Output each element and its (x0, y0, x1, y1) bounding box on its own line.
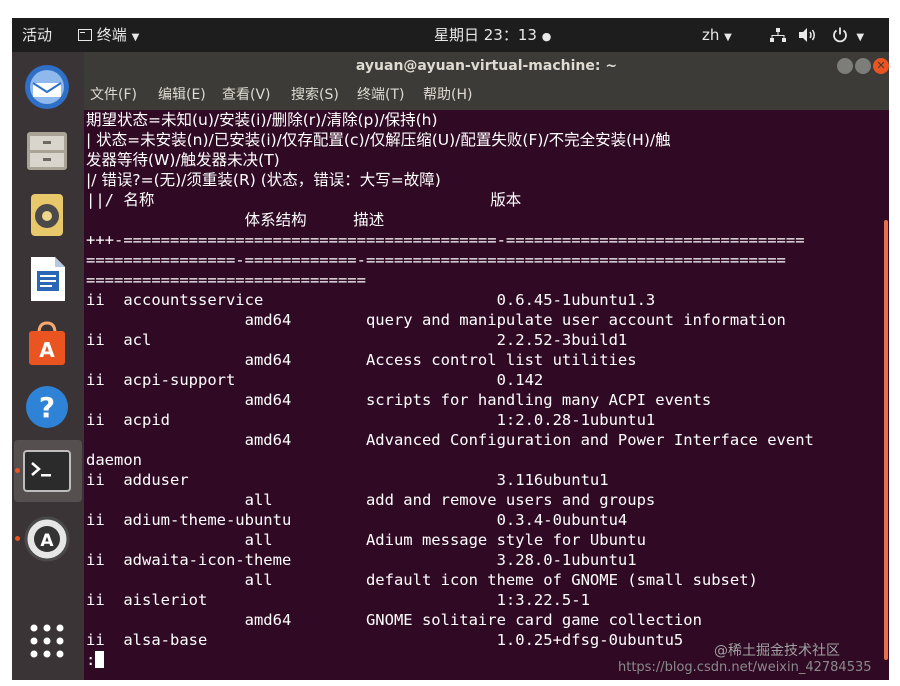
terminal-line: ii alsa-base 1.0.25+dfsg-0ubuntu5 (86, 631, 684, 649)
terminal-line: ================-============-==========… (86, 251, 786, 269)
terminal-line: | 状态=未安装(n)/已安装(i)/仅存配置(c)/仅解压缩(U)/配置失败(… (86, 131, 671, 149)
terminal-line: amd64 scripts for handling many ACPI eve… (86, 391, 712, 409)
menu-file[interactable]: 文件(F) (90, 80, 137, 110)
terminal-line: 体系结构 描述 (86, 211, 385, 229)
input-method-label: zh (702, 26, 720, 44)
terminal-icon (23, 450, 71, 492)
dock-writer[interactable] (22, 254, 72, 304)
terminal-line: ii aisleriot 1:3.22.5-1 (86, 591, 590, 609)
terminal-line: all add and remove users and groups (86, 491, 656, 509)
terminal-line: ii acl 2.2.52-3build1 (86, 331, 628, 349)
pager-prompt-line[interactable]: : (86, 650, 105, 670)
minimize-button[interactable] (837, 58, 853, 74)
app-menu-label: 终端 (96, 26, 127, 44)
terminal-line: amd64 Advanced Configuration and Power I… (86, 431, 814, 449)
terminal-line: ii acpi-support 0.142 (86, 371, 544, 389)
terminal-line: all Adium message style for Ubuntu (86, 531, 646, 549)
menu-edit[interactable]: 编辑(E) (158, 80, 206, 110)
window-title: ayuan@ayuan-virtual-machine: ~ (355, 58, 618, 74)
chevron-down-icon: ▼ (724, 32, 732, 43)
dock-software-center[interactable]: A (22, 318, 72, 368)
svg-text:A: A (40, 531, 54, 551)
terminal-output[interactable]: 期望状态=未知(u)/安装(i)/删除(r)/清除(p)/保持(h) | 状态=… (84, 110, 883, 680)
clock[interactable]: 星期日 23：13 ● (434, 18, 551, 52)
activities-button[interactable]: 活动 (22, 18, 52, 52)
terminal-line: ============================== (86, 271, 366, 289)
dock-thunderbird[interactable] (22, 62, 72, 112)
terminal-line: ii adduser 3.116ubuntu1 (86, 471, 609, 489)
app-grid-icon (30, 624, 64, 658)
close-button[interactable]: ✕ (873, 58, 889, 74)
text-cursor (95, 651, 105, 668)
running-indicator (15, 468, 20, 473)
dock-terminal[interactable] (22, 446, 72, 496)
files-cabinet-icon (27, 132, 67, 170)
terminal-line: 发器等待(W)/触发器未决(T) (86, 151, 280, 169)
maximize-button[interactable] (855, 58, 871, 74)
dock-files[interactable] (22, 126, 72, 176)
shopping-bag-icon: A (29, 321, 65, 365)
pager-prompt: : (86, 651, 96, 669)
menu-search[interactable]: 搜索(S) (291, 80, 339, 110)
dock-rhythmbox[interactable] (22, 190, 72, 240)
terminal-line: 期望状态=未知(u)/安装(i)/删除(r)/清除(p)/保持(h) (86, 111, 438, 129)
chevron-down-icon: ▼ (856, 32, 865, 43)
terminal-line: all default icon theme of GNOME (small s… (86, 571, 758, 589)
terminal-line: amd64 Access control list utilities (86, 351, 637, 369)
power-icon (832, 27, 847, 43)
clock-label: 星期日 23：13 (434, 26, 537, 44)
menu-help[interactable]: 帮助(H) (423, 80, 472, 110)
volume-icon (798, 28, 815, 42)
running-indicator (15, 536, 20, 541)
terminal-line: daemon (86, 451, 142, 469)
terminal-line: ii acpid 1:2.0.28-1ubuntu1 (86, 411, 656, 429)
window-titlebar[interactable]: ayuan@ayuan-virtual-machine: ~ ✕ (84, 52, 889, 80)
top-bar: 活动 终端 ▼ 星期日 23：13 ● zh ▼ ▼ (12, 18, 889, 52)
svg-text:?: ? (39, 391, 55, 424)
music-speaker-icon (31, 194, 63, 236)
terminal-line: ii adium-theme-ubuntu 0.3.4-0ubuntu4 (86, 511, 628, 529)
menu-view[interactable]: 查看(V) (222, 80, 271, 110)
terminal-app-menu[interactable]: 终端 ▼ (78, 18, 139, 52)
thunderbird-icon (25, 65, 69, 109)
svg-text:A: A (39, 338, 55, 362)
dock-help[interactable]: ? (22, 382, 72, 432)
watermark-site: @稀土掘金技术社区 (714, 643, 840, 659)
system-menu[interactable]: ▼ (770, 18, 864, 52)
terminal-line: |/ 错误?=(无)/须重装(R) (状态，错误：大写=故障) (86, 171, 441, 189)
terminal-line: ii accountsservice 0.6.45-1ubuntu1.3 (86, 291, 656, 309)
terminal-small-icon (78, 29, 92, 41)
dock: A ? A (12, 52, 84, 680)
terminal-line: ||/ 名称 版本 (86, 191, 522, 209)
software-update-icon: A (24, 516, 70, 562)
terminal-line: amd64 GNOME solitaire card game collecti… (86, 611, 702, 629)
scrollbar-thumb[interactable] (884, 220, 888, 660)
input-method-menu[interactable]: zh ▼ (702, 18, 732, 52)
document-writer-icon (31, 257, 65, 301)
help-question-icon: ? (26, 386, 68, 428)
window-menubar: 文件(F) 编辑(E) 查看(V) 搜索(S) 终端(T) 帮助(H) (84, 80, 889, 110)
notification-dot-icon: ● (541, 30, 552, 43)
terminal-line: amd64 query and manipulate user account … (86, 311, 786, 329)
dock-show-applications[interactable] (22, 616, 72, 666)
terminal-line: ii adwaita-icon-theme 3.28.0-1ubuntu1 (86, 551, 637, 569)
terminal-window: ayuan@ayuan-virtual-machine: ~ ✕ 文件(F) 编… (84, 52, 889, 680)
menu-terminal[interactable]: 终端(T) (357, 80, 404, 110)
dock-software-updater[interactable]: A (22, 514, 72, 564)
terminal-scrollbar[interactable] (883, 110, 889, 680)
chevron-down-icon: ▼ (131, 32, 140, 43)
network-icon (770, 28, 786, 42)
terminal-line: +++-====================================… (86, 231, 805, 249)
desktop-screen: 活动 终端 ▼ 星期日 23：13 ● zh ▼ ▼ A ? A ayuan@a… (12, 18, 889, 680)
watermark-url: https://blog.csdn.net/weixin_42784535 (618, 660, 872, 675)
